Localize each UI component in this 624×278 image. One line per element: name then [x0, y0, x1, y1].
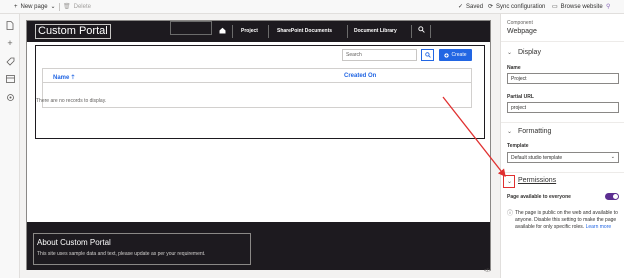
- component-name: Webpage: [507, 28, 537, 35]
- about-text: This site uses sample data and text, ple…: [37, 251, 206, 257]
- search-icon: [424, 52, 431, 58]
- toolbar-divider: [59, 3, 60, 11]
- left-rail: +: [0, 14, 20, 278]
- nav-item-project[interactable]: Project: [241, 28, 258, 34]
- about-section[interactable]: About Custom Portal This site uses sampl…: [33, 233, 251, 265]
- site-header: Custom Portal Project SharePoint Documen…: [27, 21, 490, 42]
- chevron-down-icon[interactable]: ⌄: [507, 128, 512, 135]
- name-field[interactable]: Project: [507, 73, 619, 84]
- nav-item-sharepoint-documents[interactable]: SharePoint Documents: [277, 28, 332, 34]
- sync-configuration-button[interactable]: ⟳ Sync configuration: [488, 3, 546, 11]
- header-placeholder: [170, 21, 212, 35]
- new-page-button[interactable]: + New page ⌄: [14, 3, 56, 11]
- list-component: Search Create Name 🡑 Created On There ar…: [35, 45, 485, 139]
- divider: [501, 122, 624, 123]
- theme-icon[interactable]: [5, 56, 15, 66]
- about-title: About Custom Portal: [37, 238, 111, 247]
- nav-divider: [347, 25, 348, 38]
- properties-panel: Component Webpage ⌄ Display Name Project…: [500, 14, 624, 278]
- divider: [501, 41, 624, 42]
- check-icon: ✓: [458, 4, 464, 10]
- chevron-down-icon[interactable]: ⌄: [507, 49, 512, 56]
- new-page-label: New page: [20, 3, 48, 10]
- public-toggle[interactable]: [605, 193, 619, 200]
- settings-icon[interactable]: [5, 92, 15, 102]
- nav-divider: [411, 25, 412, 38]
- annotation-highlight-box: [503, 175, 515, 188]
- nav-item-document-library[interactable]: Document Library: [354, 28, 397, 34]
- list-search-button[interactable]: [421, 49, 434, 61]
- column-header-created-on[interactable]: Created On: [344, 73, 376, 79]
- template-label: Template: [507, 143, 529, 149]
- pin-icon[interactable]: ⚲: [606, 3, 610, 10]
- sort-ascending-icon: 🡑: [71, 75, 75, 81]
- template-value: Default studio template: [511, 155, 563, 161]
- site-footer: About Custom Portal This site uses sampl…: [27, 222, 490, 270]
- divider: [501, 172, 624, 173]
- info-icon: ⓘ: [507, 211, 514, 217]
- sync-icon: ⟳: [488, 4, 494, 10]
- name-field-label: Name: [507, 65, 521, 71]
- data-icon[interactable]: [5, 74, 15, 84]
- delete-label: Delete: [73, 3, 91, 10]
- column-header-name[interactable]: Name 🡑: [53, 73, 74, 83]
- add-circle-icon: [444, 52, 450, 58]
- chevron-down-icon: ⌄: [50, 4, 56, 10]
- chevron-down-icon: ⌄: [610, 154, 615, 160]
- display-section-header[interactable]: Display: [518, 49, 541, 56]
- site-title[interactable]: Custom Portal: [35, 24, 111, 39]
- saved-label: Saved: [466, 3, 484, 10]
- home-icon[interactable]: [219, 27, 226, 36]
- list-search-input[interactable]: Search: [342, 49, 417, 61]
- learn-more-link[interactable]: Learn more: [586, 224, 612, 230]
- template-select[interactable]: Default studio template ⌄: [507, 152, 619, 163]
- nav-divider: [430, 25, 431, 38]
- browser-icon: ▭: [552, 4, 558, 10]
- grid-header: Name 🡑 Created On: [43, 69, 471, 83]
- empty-message: There are no records to display.: [36, 98, 107, 104]
- trash-icon: 🗑: [63, 4, 71, 10]
- code-view-button[interactable]: </>: [484, 268, 491, 274]
- command-bar: + New page ⌄ 🗑 Delete ✓ Saved ⟳ Sync con…: [0, 0, 624, 14]
- browse-label: Browse website: [560, 3, 603, 10]
- search-icon[interactable]: [418, 26, 425, 35]
- permissions-section-header[interactable]: Permissions: [518, 177, 556, 184]
- partial-url-label: Partial URL: [507, 94, 534, 100]
- create-button[interactable]: Create: [439, 49, 472, 61]
- sync-label: Sync configuration: [496, 3, 546, 10]
- saved-status: ✓ Saved: [458, 3, 484, 11]
- toggle-knob: [613, 194, 618, 199]
- records-grid: Name 🡑 Created On: [42, 68, 472, 108]
- add-icon[interactable]: +: [5, 38, 15, 48]
- browse-website-button[interactable]: ▭ Browse website: [552, 3, 603, 11]
- nav-divider: [268, 25, 269, 38]
- page-icon[interactable]: [5, 20, 15, 30]
- partial-url-field[interactable]: project: [507, 102, 619, 113]
- nav-divider: [232, 25, 233, 38]
- formatting-section-header[interactable]: Formatting: [518, 128, 551, 135]
- create-label: Create: [451, 52, 467, 58]
- public-toggle-label: Page available to everyone: [507, 194, 571, 200]
- component-kind: Component: [507, 20, 533, 26]
- site-preview: Custom Portal Project SharePoint Documen…: [26, 20, 491, 270]
- plus-icon: +: [14, 3, 18, 10]
- delete-button[interactable]: 🗑 Delete: [63, 3, 91, 11]
- permissions-info: The page is public on the web and availa…: [515, 210, 619, 231]
